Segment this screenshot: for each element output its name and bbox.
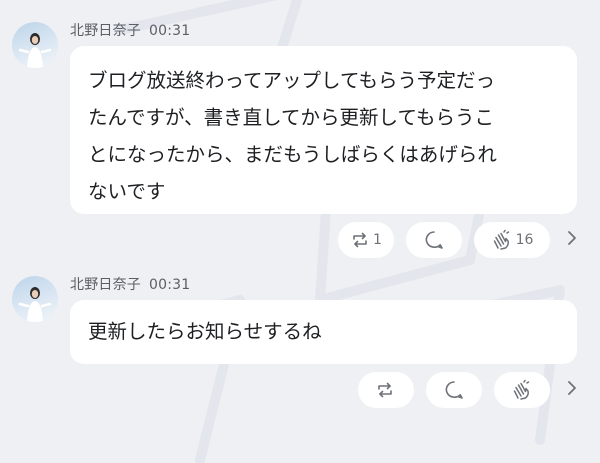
message-meta: 北野日奈子 00:31 [70,20,190,40]
message-line: とになったから、まだもうしばらくはあげられ [88,143,497,166]
comment-icon [423,229,445,251]
repost-button[interactable] [358,372,414,408]
author-name: 北野日奈子 [70,277,141,293]
clap-button[interactable]: 16 [474,222,550,258]
clap-icon [491,229,513,251]
more-button[interactable] [562,222,582,258]
repost-count: 1 [373,232,382,248]
message-line: ブログ放送終わってアップしてもらう予定だっ [88,69,495,92]
reaction-bar: 1 16 [338,222,582,258]
clap-count: 16 [515,232,534,248]
avatar[interactable] [12,22,58,68]
message-bubble: ブログ放送終わってアップしてもらう予定だっ たんですが、書き直してから更新しても… [70,46,577,214]
message-bubble: 更新したらお知らせするね [70,300,577,364]
repost-button[interactable]: 1 [338,222,394,258]
avatar[interactable] [12,276,58,322]
chevron-right-icon [567,230,577,250]
repost-icon [375,380,395,400]
comment-icon [443,379,465,401]
clap-button[interactable] [494,372,550,408]
clap-icon [511,379,533,401]
author-name: 北野日奈子 [70,23,141,39]
reaction-bar [358,372,582,408]
timestamp: 00:31 [149,23,191,39]
repost-icon [350,230,370,250]
comment-button[interactable] [406,222,462,258]
message-line: 更新したらお知らせするね [88,320,322,343]
timestamp: 00:31 [149,277,191,293]
message-meta: 北野日奈子 00:31 [70,274,190,294]
more-button[interactable] [562,372,582,408]
chevron-right-icon [567,380,577,400]
comment-button[interactable] [426,372,482,408]
message-line: たんですが、書き直してから更新してもらうこ [88,106,494,129]
message-line: ないです [88,180,166,203]
